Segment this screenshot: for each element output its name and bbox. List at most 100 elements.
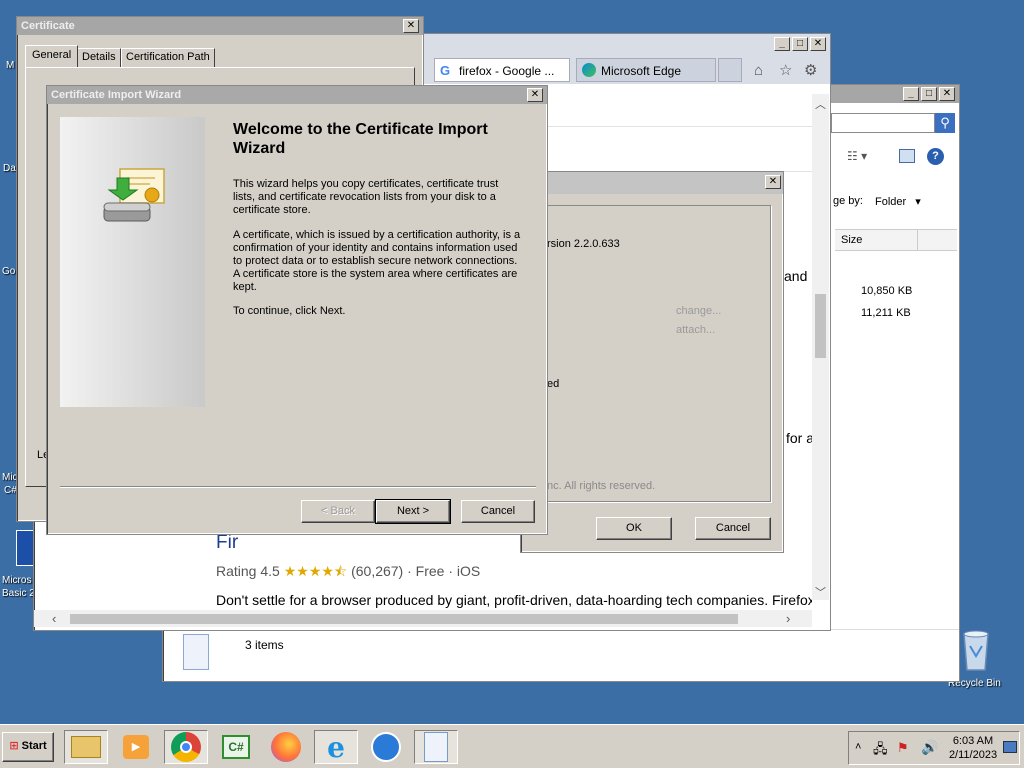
clock[interactable]: 6:03 AM 2/11/2023 [945,734,1001,762]
new-tab-button[interactable] [718,58,742,82]
close-icon[interactable]: ✕ [403,19,419,33]
minimize-icon[interactable]: _ [903,87,919,101]
arrange-by-value: Folder [875,196,907,208]
copyright-text: nc. All rights reserved. [547,480,656,492]
rating-label: Rating 4.5 [216,563,280,579]
csharp-taskbar-icon[interactable]: C# [214,730,258,764]
preview-pane-icon[interactable] [899,149,915,163]
horizontal-scrollbar[interactable]: ‹ › [34,610,812,627]
back-button[interactable]: < Back [301,500,375,523]
column-divider[interactable] [917,230,918,250]
tab-certification-path[interactable]: Certification Path [121,48,215,67]
version-text: rsion 2.2.0.633 [547,238,620,250]
tab-general[interactable]: General [25,45,79,67]
explorer-status-bar: 3 items [163,629,959,681]
maximize-icon[interactable]: □ [792,37,808,51]
rating-row: Rating 4.5 ★★★★⯪ (60,267) · Free · iOS [216,561,480,585]
status-text: ed [547,378,560,390]
notepad-taskbar-icon[interactable] [414,730,458,764]
status-item-count: 3 items [245,638,284,652]
favorites-star-icon[interactable]: ☆ [779,61,792,79]
app-description: Don't settle for a browser produced by g… [216,592,812,608]
tab-google[interactable]: G firefox - Google ... ✕ [434,58,585,82]
vertical-scrollbar[interactable]: ︿ ﹀ [812,94,829,600]
firefox-taskbar-icon[interactable] [264,730,308,764]
explorer-search-input[interactable] [831,113,935,133]
arrange-by-label: ge by: [833,195,863,207]
chrome-taskbar-icon[interactable] [164,730,208,764]
page-text-for-a: for a [786,430,815,446]
desktop-label-2[interactable]: Da [3,163,16,174]
desktop-label-3[interactable]: Go [2,266,15,277]
network-icon[interactable]: 🖧 [873,740,888,762]
edge-icon [582,63,596,77]
gear-icon[interactable]: ⚙ [804,61,817,79]
wizard-separator [60,486,536,488]
search-icon[interactable]: ⚲ [935,113,955,133]
tab-microsoft-edge[interactable]: Microsoft Edge [576,58,716,82]
close-icon[interactable]: ✕ [810,37,826,51]
wizard-cancel-button[interactable]: Cancel [461,500,535,523]
recycle-bin-icon[interactable] [958,626,994,672]
tab-edge-label: Microsoft Edge [601,64,682,78]
scroll-down-icon[interactable]: ﹀ [815,584,826,600]
change-link[interactable]: change... [676,305,721,317]
file-explorer-taskbar-icon[interactable] [64,730,108,764]
close-icon[interactable]: ✕ [939,87,955,101]
wizard-heading: Welcome to the Certificate Import Wizard [233,121,488,157]
file-size-1: 10,850 KB [861,285,913,297]
internet-explorer-taskbar-icon[interactable]: e [314,730,358,764]
maximize-icon[interactable]: □ [921,87,937,101]
wizard-paragraph-3: To continue, click Next. [233,305,346,317]
column-header-size[interactable]: Size [841,234,917,246]
vb-desktop-icon[interactable] [16,530,34,566]
desktop-label-7[interactable]: Basic 2 [2,588,35,599]
wizard-paragraph-1: This wizard helps you copy certificates,… [233,178,499,216]
wizard-titlebar[interactable]: Certificate Import Wizard ✕ [47,86,547,104]
clock-date: 2/11/2023 [948,749,998,761]
scroll-up-icon[interactable]: ︿ [815,96,826,112]
certificate-import-icon [100,165,170,229]
about-dialog-titlebar[interactable] [521,172,783,194]
browser-window-controls: _ □ ✕ [772,37,826,51]
scroll-left-icon[interactable]: ‹ [52,611,56,626]
minimize-icon[interactable]: _ [774,37,790,51]
view-options-icon[interactable]: ☷ ▾ [847,149,867,163]
close-icon[interactable]: ✕ [527,88,543,102]
action-center-icon[interactable]: ⚑ [897,740,909,756]
certificate-title: Certificate [21,20,75,32]
tab-details[interactable]: Details [77,48,121,67]
scroll-thumb-horizontal[interactable] [70,614,738,624]
column-header-row: Size [835,229,957,251]
google-icon: G [440,63,451,78]
file-size-2: 11,211 KB [861,307,911,319]
taskbar: ⊞ Start ▶ C# e ˄ 🖧 ⚑ 🔊 6:03 AM 2/11/2023 [0,724,1024,768]
tab-google-label: firefox - Google ... [459,64,555,78]
desktop-label-6[interactable]: Micros [2,575,31,586]
rating-stars: ★★★★⯪ [283,563,348,579]
scroll-thumb[interactable] [815,294,826,358]
about-cancel-button[interactable]: Cancel [695,517,771,540]
ok-button[interactable]: OK [596,517,672,540]
arrange-by-dropdown[interactable]: Folder ▾ [875,195,921,208]
show-desktop-icon[interactable] [1003,741,1017,753]
network-app-taskbar-icon[interactable] [364,730,408,764]
wizard-paragraph-2: A certificate, which is issued by a cert… [233,229,521,293]
tray-expand-icon[interactable]: ˄ [855,741,861,753]
volume-icon[interactable]: 🔊 [921,739,938,756]
start-button[interactable]: ⊞ Start [2,732,54,762]
app-title[interactable]: Fir [216,532,238,554]
attach-link[interactable]: attach... [676,324,715,336]
certificate-titlebar[interactable]: Certificate ✕ [17,17,423,35]
media-player-taskbar-icon[interactable]: ▶ [114,730,158,764]
certificate-import-wizard: Certificate Import Wizard ✕ Welcome to t… [46,85,548,535]
desktop-label-1[interactable]: M [6,60,14,71]
next-button[interactable]: Next > [375,499,451,524]
close-icon[interactable]: ✕ [765,175,781,189]
scroll-right-icon[interactable]: › [786,611,790,626]
home-icon[interactable]: ⌂ [754,62,763,79]
about-dialog: ✕ rsion 2.2.0.633 change... attach... ed… [520,171,784,553]
desktop-label-5[interactable]: C# [4,485,17,496]
wizard-side-panel [60,117,205,407]
help-icon[interactable]: ? [927,148,944,165]
